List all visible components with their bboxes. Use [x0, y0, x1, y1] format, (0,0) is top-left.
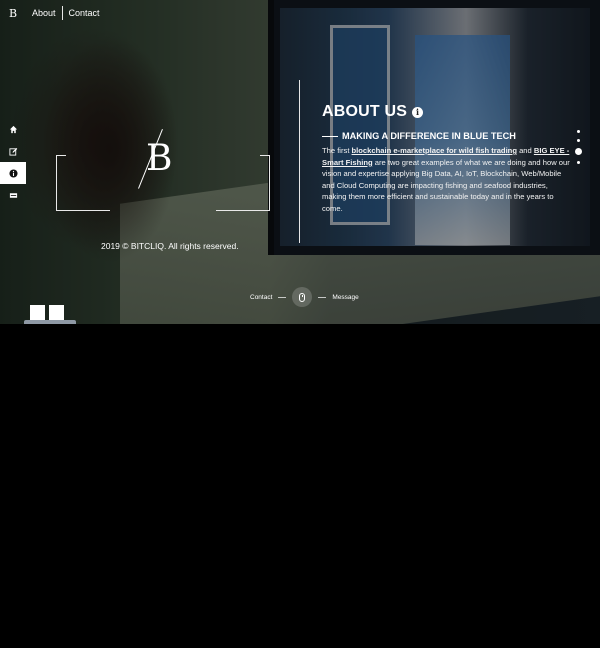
about-title: ABOUT US	[322, 103, 408, 120]
about-subtitle: MAKING A DIFFERENCE IN BLUE TECH	[342, 131, 516, 141]
section-dot[interactable]	[577, 130, 580, 133]
about-paragraph: The first blockchain e-marketplace for w…	[322, 145, 570, 215]
side-icon-rail	[0, 118, 26, 206]
frame-bracket-right	[216, 155, 270, 211]
bottom-message-link[interactable]: Message	[332, 294, 358, 301]
bottom-nav-line	[318, 296, 327, 298]
about-subtitle-row: MAKING A DIFFERENCE IN BLUE TECH	[322, 131, 570, 141]
rail-item-mail[interactable]	[0, 184, 26, 206]
rail-item-info[interactable]	[0, 162, 26, 184]
paragraph-text-and: and	[516, 146, 534, 155]
marketplace-link[interactable]: blockchain e-marketplace for wild fish t…	[352, 146, 517, 155]
about-heading: ABOUT US i	[322, 103, 570, 121]
info-icon: i	[412, 106, 424, 118]
widget-tab[interactable]	[24, 320, 76, 324]
home-icon	[9, 125, 17, 133]
brand-mark: B	[8, 6, 18, 20]
rail-item-home[interactable]	[0, 118, 26, 140]
scroll-mouse-icon[interactable]	[292, 287, 313, 307]
subtitle-dash	[322, 135, 338, 137]
info-icon	[8, 168, 18, 178]
copyright-text: 2019 © BITCLIQ. All rights reserved.	[101, 241, 239, 251]
bitcliq-logo: B	[138, 129, 186, 191]
mail-icon	[9, 192, 17, 198]
brand-logo[interactable]: B	[0, 0, 26, 26]
edit-icon	[8, 147, 17, 156]
widget-buttons	[30, 305, 64, 320]
bottom-nav-line	[278, 296, 287, 298]
paragraph-text-intro: The first	[322, 146, 352, 155]
nav-separator	[61, 6, 63, 20]
widget-square-button[interactable]	[49, 305, 64, 320]
brand-logo-frame: B	[56, 125, 270, 211]
about-section: ABOUT US i MAKING A DIFFERENCE IN BLUE T…	[322, 103, 570, 215]
section-dot[interactable]	[577, 161, 580, 164]
section-dots	[575, 130, 582, 164]
bottom-contact-link[interactable]: Contact	[250, 294, 272, 301]
nav-about-link[interactable]: About	[26, 8, 62, 18]
bottom-nav: Contact Message	[250, 287, 359, 307]
section-dot-active[interactable]	[575, 148, 582, 155]
widget-square-button[interactable]	[30, 305, 45, 320]
nav-contact-link[interactable]: Contact	[63, 8, 106, 18]
top-nav: B About Contact	[0, 0, 106, 26]
vertical-divider	[299, 80, 300, 243]
rail-item-edit[interactable]	[0, 140, 26, 162]
frame-bracket-left	[56, 155, 110, 211]
section-dot[interactable]	[577, 139, 580, 142]
